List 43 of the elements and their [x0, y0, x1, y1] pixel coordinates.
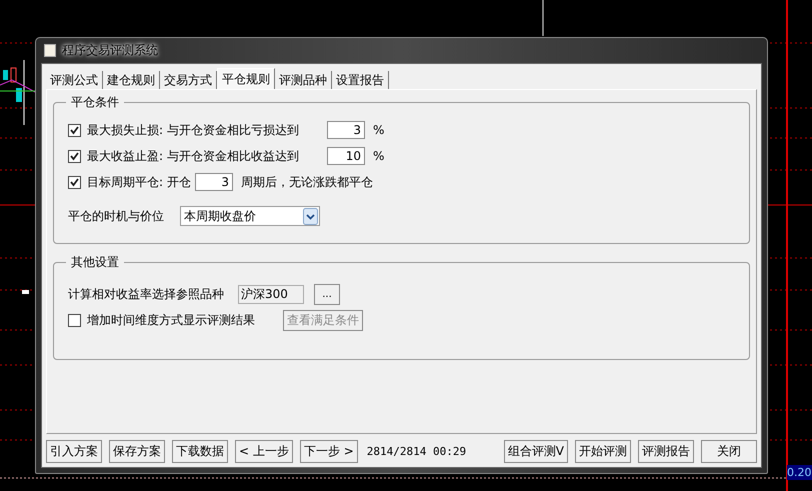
axis-value-label: 0.20: [787, 465, 812, 480]
footer-button[interactable]: < 上一步: [235, 440, 293, 463]
browse-button[interactable]: ...: [314, 284, 340, 304]
checkbox-label: 目标周期平仓:: [87, 174, 164, 190]
group-title: 平仓条件: [70, 94, 120, 111]
footer-button[interactable]: 下载数据: [172, 440, 228, 463]
footer-button[interactable]: 保存方案: [109, 440, 165, 463]
checkbox[interactable]: [68, 150, 81, 162]
footer-button[interactable]: 引入方案: [46, 440, 102, 463]
candlestick: [10, 68, 16, 82]
checkbox[interactable]: [68, 124, 81, 136]
group-title: 其他设置: [70, 254, 120, 271]
unit-label: %: [373, 123, 384, 137]
text-field[interactable]: 沪深300: [238, 284, 304, 304]
window-title: 程序交易评测系统: [62, 42, 158, 59]
dropdown[interactable]: 本周期收盘价: [180, 206, 320, 226]
checkbox-label: 最大收益止盈:: [87, 148, 164, 164]
document-icon: [44, 44, 56, 57]
field-label: 计算相对收益率选择参照品种: [68, 286, 224, 302]
crosshair-line: [542, 0, 544, 36]
footer-button[interactable]: 组合评测V: [504, 440, 568, 463]
rule-text: 与开仓资金相比亏损达到: [167, 122, 300, 138]
rule-text: 与开仓资金相比收益达到: [167, 148, 300, 164]
number-field[interactable]: 10: [327, 147, 366, 165]
number-field[interactable]: 3: [327, 121, 366, 139]
rule-text: 周期后，无论涨跌都平仓: [241, 174, 374, 190]
checkbox-label: 最大损失止损:: [87, 122, 164, 138]
footer-button[interactable]: 开始评测: [575, 440, 631, 463]
candlestick: [16, 88, 22, 102]
checkbox[interactable]: [68, 176, 81, 188]
footer-button[interactable]: 下一步 >: [300, 440, 358, 463]
progress-status: 2814/2814 00:29: [366, 445, 466, 458]
number-field[interactable]: 3: [195, 173, 234, 191]
footer-button[interactable]: 评测报告: [638, 440, 694, 463]
field-label: 平仓的时机与价位: [68, 208, 164, 224]
tab[interactable]: 平仓规则: [217, 68, 275, 89]
rule-text: 开仓: [167, 174, 192, 190]
checkbox[interactable]: [68, 314, 81, 326]
candlestick: [22, 290, 29, 294]
unit-label: %: [373, 149, 384, 163]
footer-button[interactable]: 关闭: [701, 440, 757, 463]
candlestick: [3, 70, 8, 80]
checkbox-label: 增加时间维度方式显示评测结果: [87, 312, 255, 328]
